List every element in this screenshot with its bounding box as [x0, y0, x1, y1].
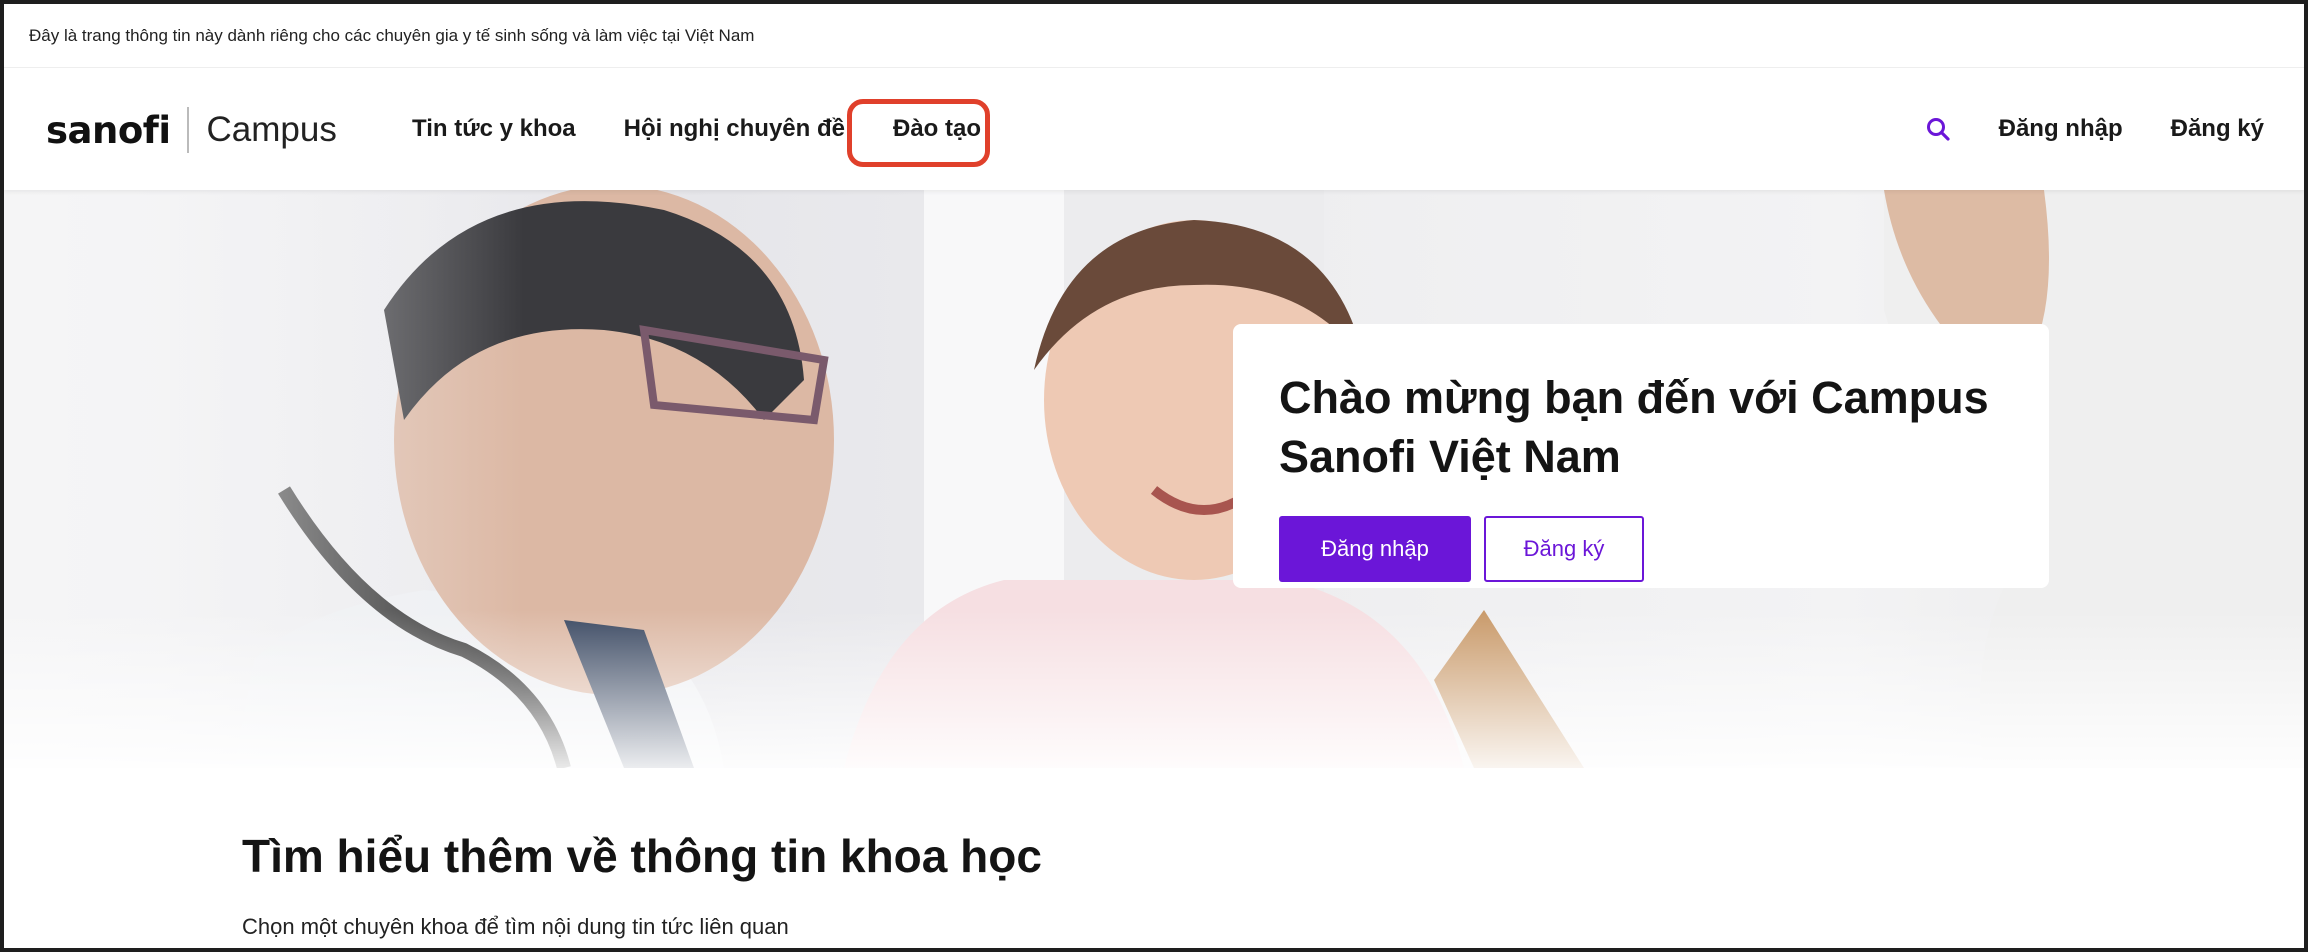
scientific-info-section: Tìm hiểu thêm về thông tin khoa học Chọn…: [242, 828, 1042, 940]
logo-divider: [186, 107, 189, 153]
hero-banner: Chào mừng bạn đến với Campus Sanofi Việt…: [4, 190, 2304, 768]
search-icon[interactable]: [1921, 112, 1955, 146]
notice-bar: Đây là trang thông tin này dành riêng ch…: [4, 4, 2304, 68]
login-button[interactable]: Đăng nhập: [1279, 516, 1471, 582]
section-subtitle: Chọn một chuyên khoa để tìm nội dung tin…: [242, 914, 789, 939]
welcome-card-actions: Đăng nhập Đăng ký: [1279, 516, 2003, 582]
header-actions: Đăng nhập Đăng ký: [1921, 68, 2264, 190]
header-register-link[interactable]: Đăng ký: [2171, 115, 2264, 143]
nav-item-medical-news[interactable]: Tin tức y khoa: [412, 115, 576, 143]
section-title: Tìm hiểu thêm về thông tin khoa học: [242, 830, 1042, 882]
logo-brand: sanofi: [46, 108, 171, 152]
notice-text: Đây là trang thông tin này dành riêng ch…: [29, 25, 755, 45]
register-button[interactable]: Đăng ký: [1484, 516, 1644, 582]
sanofi-campus-logo[interactable]: sanofi Campus: [46, 104, 337, 156]
logo-product: Campus: [206, 110, 337, 149]
nav-item-conferences[interactable]: Hội nghị chuyên đề: [624, 115, 845, 143]
header-login-link[interactable]: Đăng nhập: [1999, 115, 2123, 143]
training-highlight-outline: [847, 99, 990, 167]
browser-page: Đây là trang thông tin này dành riêng ch…: [4, 4, 2304, 948]
welcome-card: Chào mừng bạn đến với Campus Sanofi Việt…: [1233, 324, 2049, 588]
welcome-title: Chào mừng bạn đến với Campus Sanofi Việt…: [1279, 372, 1989, 482]
site-header: sanofi Campus Tin tức y khoa Hội nghị ch…: [4, 68, 2304, 190]
